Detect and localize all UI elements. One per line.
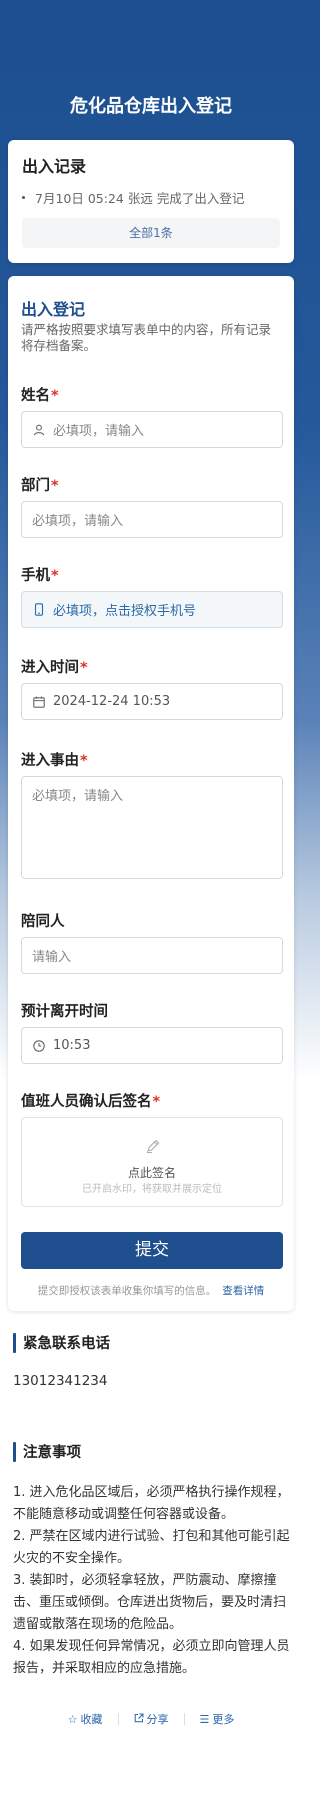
companion-placeholder: 请输入 — [32, 950, 72, 965]
dept-placeholder: 必填项，请输入 — [32, 514, 124, 529]
signature-prompt: 点此签名 — [127, 1166, 176, 1180]
leave-time-label: 预计离开时间 — [21, 1004, 108, 1020]
consent-details-link[interactable]: 查看详情 — [222, 1285, 264, 1297]
record-dot — [22, 196, 25, 199]
emergency-phone[interactable]: 13012341234 — [13, 1373, 107, 1389]
clock-icon — [32, 1039, 46, 1053]
signature-pad[interactable]: 点此签名 已开启水印，将获取并展示定位 — [21, 1117, 283, 1207]
star-icon: ☆ — [67, 1712, 78, 1726]
record-action: 完成了出入登记 — [156, 191, 245, 206]
records-title: 出入记录 — [22, 157, 87, 176]
name-label: 姓名* — [21, 388, 59, 404]
view-all-records-button[interactable]: 全部1条 — [22, 218, 280, 248]
required-mark: * — [51, 478, 59, 494]
reason-label: 进入事由* — [21, 753, 88, 769]
emergency-section-title: 紧急联系电话 — [13, 1332, 110, 1353]
signature-watermark-note: 已开启水印，将获取并展示定位 — [82, 1184, 222, 1195]
note-item: 1. 进入危化品区域后，必须严格执行操作规程，不能随意移动或调整任何容器或设备。 — [13, 1485, 290, 1522]
section-bar — [13, 1332, 16, 1353]
dept-label: 部门* — [21, 478, 59, 494]
dept-input[interactable]: 必填项，请输入 — [21, 501, 283, 538]
leave-time-picker[interactable]: 10:53 — [21, 1027, 283, 1064]
signature-label: 值班人员确认后签名* — [21, 1094, 161, 1110]
form-title: 出入登记 — [21, 300, 86, 319]
reason-textarea[interactable]: 必填项，请输入 — [21, 776, 283, 879]
entry-time-label: 进入时间* — [21, 660, 88, 676]
record-item: 7月10日 05:24 张远 完成了出入登记 — [22, 188, 244, 207]
phone-label: 手机* — [21, 568, 59, 584]
notes-list: 1. 进入危化品区域后，必须严格执行操作规程，不能随意移动或调整任何容器或设备。… — [13, 1482, 291, 1680]
share-button[interactable]: 分享 — [134, 1711, 169, 1727]
section-bar — [13, 1441, 16, 1462]
pen-icon — [145, 1138, 161, 1158]
entry-time-value: 2024-12-24 10:53 — [53, 694, 171, 709]
entry-time-picker[interactable]: 2024-12-24 10:53 — [21, 683, 283, 720]
submit-button[interactable]: 提交 — [21, 1232, 283, 1269]
companion-label: 陪同人 — [21, 914, 65, 930]
note-item: 2. 严禁在区域内进行试验、打包和其他可能引起火灾的不安全操作。 — [13, 1529, 290, 1566]
mobile-icon — [32, 603, 46, 617]
required-mark: * — [51, 388, 59, 404]
consent-text: 提交即授权该表单收集你填写的信息。 查看详情 — [37, 1285, 265, 1297]
required-mark: * — [80, 753, 88, 769]
divider — [183, 1713, 185, 1725]
notes-section-title: 注意事项 — [13, 1441, 81, 1462]
phone-placeholder: 必填项，点击授权手机号 — [53, 604, 197, 619]
more-button[interactable]: ☰ 更多 — [200, 1711, 235, 1727]
person-icon — [32, 423, 46, 437]
name-input[interactable]: 必填项，请输入 — [21, 411, 283, 448]
required-mark: * — [80, 660, 88, 676]
name-placeholder: 必填项，请输入 — [53, 424, 145, 439]
phone-authorize-button[interactable]: 必填项，点击授权手机号 — [21, 591, 283, 628]
favorite-button[interactable]: ☆ 收藏 — [68, 1711, 103, 1727]
reason-placeholder: 必填项，请输入 — [32, 789, 124, 804]
menu-icon: ☰ — [199, 1712, 210, 1726]
form-description: 请严格按照要求填写表单中的内容，所有记录将存档备案。 — [21, 322, 272, 353]
form-card: 出入登记 请严格按照要求填写表单中的内容，所有记录将存档备案。 姓名* 必填项，… — [8, 276, 294, 1311]
share-icon — [134, 1713, 144, 1726]
calendar-icon — [32, 695, 46, 709]
required-mark: * — [51, 568, 59, 584]
note-item: 3. 装卸时，必须轻拿轻放，严防震动、摩擦撞击、重压或倾倒。仓库进出货物后，要及… — [13, 1573, 287, 1632]
record-name: 张远 — [127, 191, 153, 206]
page-title: 危化品仓库出入登记 — [70, 96, 232, 117]
companion-input[interactable]: 请输入 — [21, 937, 283, 974]
record-time: 7月10日 05:24 — [35, 191, 124, 206]
required-mark: * — [152, 1094, 161, 1110]
divider — [117, 1713, 119, 1725]
note-item: 4. 如果发现任何异常情况，必须立即向管理人员报告，并采取相应的应急措施。 — [13, 1639, 290, 1676]
bottom-action-bar: ☆ 收藏 分享 ☰ 更多 — [0, 1711, 302, 1727]
leave-time-value: 10:53 — [53, 1038, 91, 1053]
records-card: 出入记录 7月10日 05:24 张远 完成了出入登记 全部1条 — [8, 140, 294, 263]
